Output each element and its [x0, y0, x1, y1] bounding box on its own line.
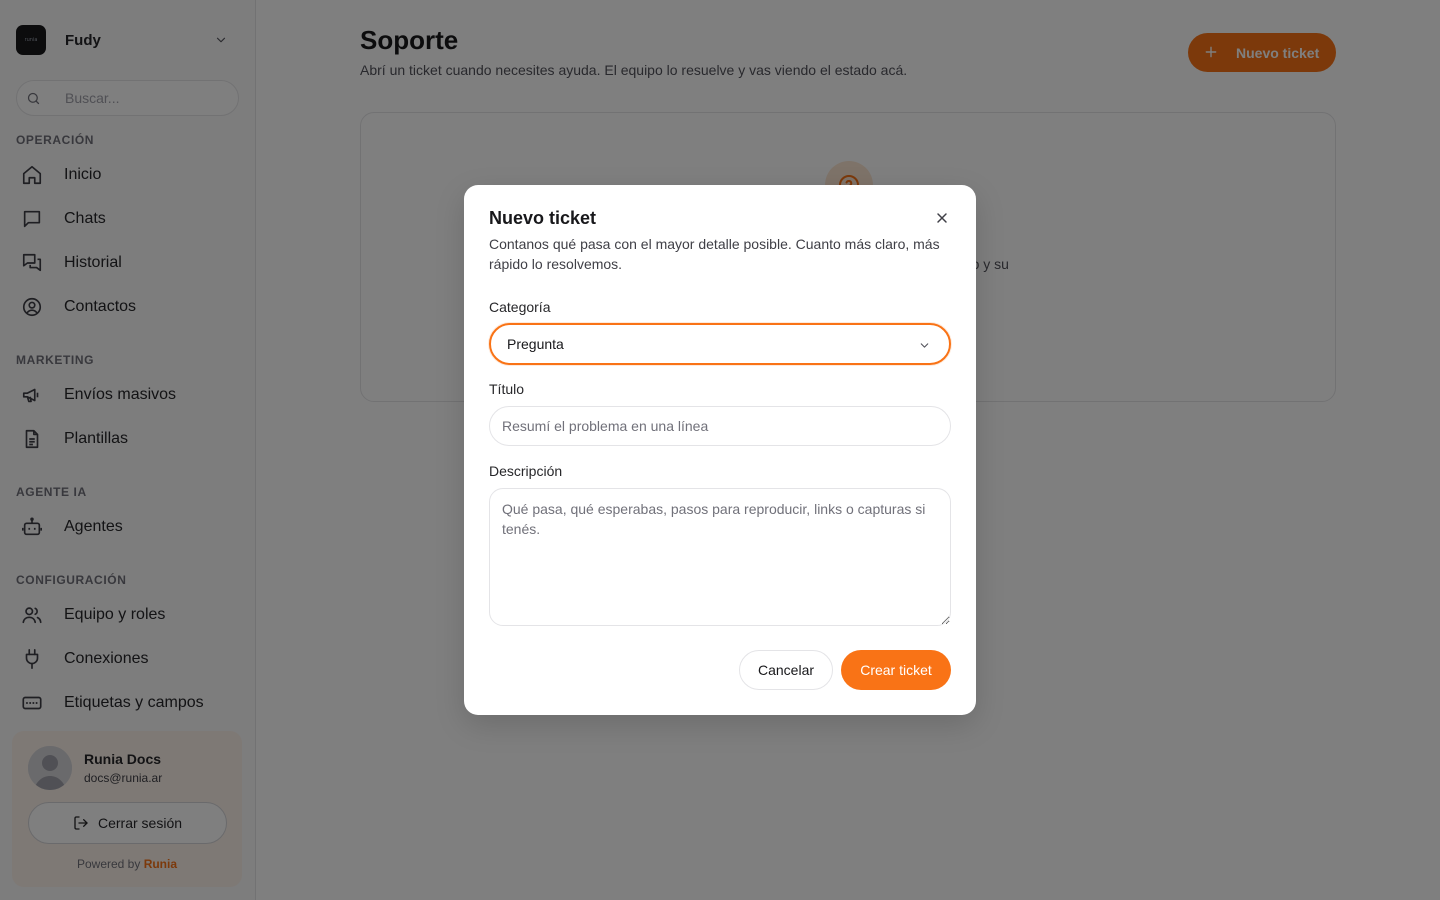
- dialog-description: Contanos qué pasa con el mayor detalle p…: [489, 236, 940, 272]
- create-ticket-button[interactable]: Crear ticket: [841, 650, 951, 690]
- category-label: Categoría: [489, 299, 551, 315]
- description-textarea[interactable]: [489, 488, 951, 626]
- chevron-down-icon: [920, 343, 929, 348]
- description-label: Descripción: [489, 463, 563, 479]
- category-select[interactable]: Pregunta: [489, 323, 951, 365]
- title-label: Título: [489, 381, 525, 397]
- title-input[interactable]: [489, 406, 951, 446]
- dialog-title: Nuevo ticket: [489, 208, 597, 228]
- cancel-button[interactable]: Cancelar: [739, 650, 833, 690]
- category-selected-value: Pregunta: [507, 336, 564, 352]
- close-icon[interactable]: [934, 210, 950, 226]
- new-ticket-dialog: Nuevo ticket Contanos qué pasa con el ma…: [464, 185, 976, 715]
